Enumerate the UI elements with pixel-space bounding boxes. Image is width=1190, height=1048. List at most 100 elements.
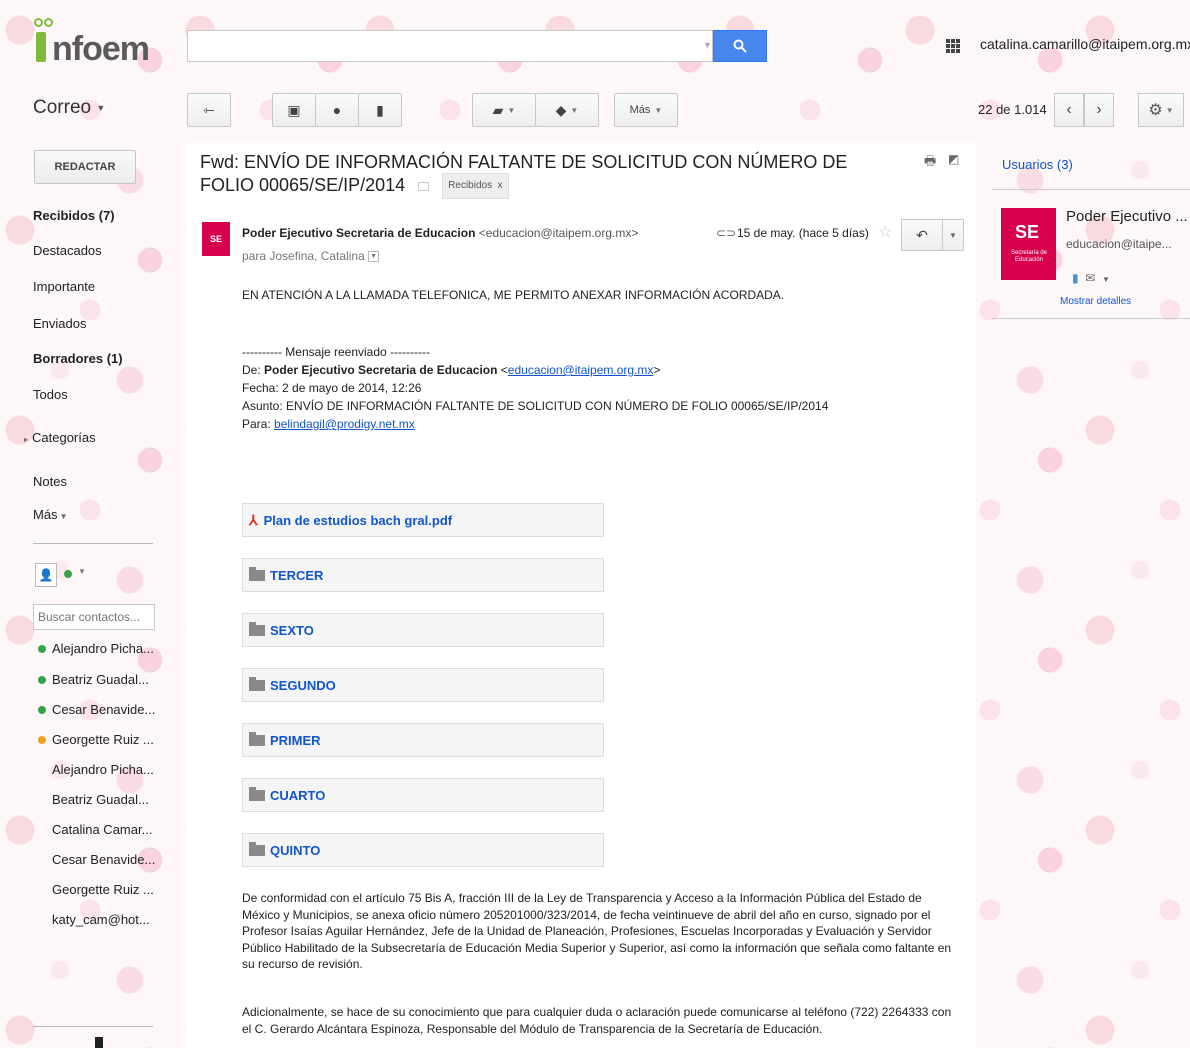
- attachment-name: TERCER: [270, 567, 324, 583]
- folder-icon: ▰: [492, 101, 504, 118]
- chevron-down-icon[interactable]: ▼: [1102, 275, 1110, 284]
- search-icon: [733, 39, 747, 53]
- contact-item[interactable]: Cesar Benavide...: [52, 852, 155, 867]
- status-online-icon: [38, 706, 46, 714]
- reply-button[interactable]: ↶: [901, 219, 943, 251]
- status-online-icon: [38, 676, 46, 684]
- avatar[interactable]: 👤: [35, 563, 57, 587]
- folder-icon: [249, 621, 265, 636]
- chevron-down-icon: ▼: [654, 105, 663, 115]
- sidebar-item-notes[interactable]: Notes: [33, 474, 67, 489]
- message-more-button[interactable]: ▼: [942, 219, 964, 251]
- people-widget-title[interactable]: Usuarios (3): [1002, 157, 1073, 172]
- attachment-folder[interactable]: SEXTO: [242, 613, 604, 647]
- attachment-icon: ⊂⊃: [716, 226, 737, 240]
- attachment-folder[interactable]: PRIMER: [242, 723, 604, 757]
- trash-icon: ▮: [376, 101, 384, 118]
- report-spam-button[interactable]: ●: [315, 93, 359, 127]
- attachment-pdf[interactable]: ⅄ Plan de estudios bach gral.pdf: [242, 503, 604, 537]
- spam-icon: ●: [332, 102, 342, 118]
- email-icon[interactable]: ✉: [1085, 271, 1095, 285]
- labels-button[interactable]: ◆ ▼: [535, 93, 599, 127]
- print-icon[interactable]: 🖶: [924, 152, 936, 174]
- contact-item[interactable]: Georgette Ruiz ...: [52, 732, 154, 747]
- logo-text: nfoem: [52, 30, 150, 68]
- message-paragraph: Adicionalmente, se hace de su conocimien…: [242, 1005, 952, 1036]
- attachment-folder[interactable]: CUARTO: [242, 778, 604, 812]
- contact-search-input[interactable]: [33, 604, 155, 630]
- app-switcher[interactable]: Correo ▼: [33, 97, 105, 119]
- settings-button[interactable]: ⚙ ▼: [1138, 93, 1184, 127]
- sender-avatar-text: SE: [209, 234, 222, 244]
- attachment-folder[interactable]: SEGUNDO: [242, 668, 604, 702]
- search-input[interactable]: [187, 30, 713, 62]
- sidebar-item-inbox[interactable]: Recibidos (7): [33, 208, 115, 223]
- back-to-inbox-button[interactable]: ⇽: [187, 93, 231, 127]
- status-online-icon: [38, 645, 46, 653]
- newer-button[interactable]: ‹: [1054, 93, 1084, 127]
- sidebar-item-starred[interactable]: Destacados: [33, 243, 102, 258]
- forwarded-subject: Asunto: ENVÍO DE INFORMACIÓN FALTANTE DE…: [242, 399, 829, 413]
- folder-icon: [249, 731, 265, 746]
- attachment-name: CUARTO: [270, 787, 326, 803]
- sidebar-item-categories[interactable]: ▸ Categorías: [24, 430, 96, 445]
- contact-card-email: educacion@itaipe...: [1066, 237, 1172, 251]
- message-subject: Fwd: ENVÍO DE INFORMACIÓN FALTANTE DE SO…: [200, 151, 890, 199]
- contact-item[interactable]: katy_cam@hot...: [52, 912, 150, 927]
- contact-item[interactable]: Georgette Ruiz ...: [52, 882, 154, 897]
- contact-item[interactable]: Cesar Benavide...: [52, 702, 155, 717]
- attachment-name: PRIMER: [270, 732, 321, 748]
- show-details-icon[interactable]: ▼: [368, 251, 380, 263]
- delete-button[interactable]: ▮: [358, 93, 402, 127]
- logo-dots: [34, 16, 54, 30]
- sidebar-item-sent[interactable]: Enviados: [33, 316, 86, 331]
- message-intro: EN ATENCIÓN A LA LLAMADA TELEFONICA, ME …: [242, 288, 785, 302]
- sidebar-item-all-mail[interactable]: Todos: [33, 387, 68, 402]
- sender-email: <educacion@itaipem.org.mx>: [478, 226, 639, 240]
- older-button[interactable]: ›: [1084, 93, 1114, 127]
- chat-window-icon[interactable]: [95, 1037, 103, 1048]
- sender-name[interactable]: Poder Ejecutivo Secretaria de Educacion: [242, 226, 475, 240]
- search-button[interactable]: [713, 30, 767, 62]
- remove-label-icon[interactable]: x: [498, 180, 503, 191]
- search-options-caret[interactable]: ▼: [703, 40, 712, 50]
- contact-card-actions: ▮ ✉ ▼: [1072, 271, 1110, 285]
- message-paragraph: De conformidad con el artículo 75 Bis A,…: [242, 891, 952, 971]
- contact-card-logo-text: SE: [1015, 222, 1040, 242]
- contact-card-avatar[interactable]: SE Secretaría de Educación: [1001, 208, 1056, 280]
- more-actions-button[interactable]: Más ▼: [614, 93, 678, 127]
- contact-item[interactable]: Alejandro Picha...: [52, 641, 154, 656]
- forwarded-to-email-link[interactable]: belindagil@prodigy.net.mx: [274, 417, 415, 431]
- infoem-logo[interactable]: nfoem: [30, 16, 160, 74]
- contact-item[interactable]: Catalina Camar...: [52, 822, 152, 837]
- contact-item[interactable]: Alejandro Picha...: [52, 762, 154, 777]
- sidebar-item-drafts[interactable]: Borradores (1): [33, 351, 123, 366]
- attachment-folder[interactable]: QUINTO: [242, 833, 604, 867]
- chat-icon[interactable]: ▮: [1072, 271, 1079, 285]
- contact-card-name[interactable]: Poder Ejecutivo ...: [1066, 208, 1188, 225]
- archive-button[interactable]: ▣: [272, 93, 316, 127]
- chevron-right-icon: ›: [1096, 101, 1102, 118]
- chevron-down-icon[interactable]: ▼: [78, 567, 86, 576]
- compose-button[interactable]: REDACTAR: [34, 150, 136, 184]
- apps-grid-icon[interactable]: [946, 39, 960, 53]
- move-to-button[interactable]: ▰ ▼: [472, 93, 536, 127]
- contact-item[interactable]: Beatriz Guadal...: [52, 792, 149, 807]
- sidebar-divider: [33, 543, 153, 544]
- sidebar-item-more[interactable]: Más ▼: [33, 507, 67, 522]
- pager-count: 22 de 1.014: [978, 102, 1047, 117]
- show-details-link[interactable]: Mostrar detalles: [1060, 296, 1131, 307]
- importance-marker-icon[interactable]: [418, 181, 430, 191]
- sidebar-item-important[interactable]: Importante: [33, 279, 95, 294]
- sender-avatar[interactable]: SE: [202, 222, 230, 256]
- star-icon[interactable]: ☆: [878, 222, 892, 242]
- attachment-folder[interactable]: TERCER: [242, 558, 604, 592]
- label-chip[interactable]: Recibidos x: [442, 173, 509, 199]
- account-email[interactable]: catalina.camarillo@itaipem.org.mx: [980, 36, 1190, 52]
- new-window-icon[interactable]: ◩: [948, 152, 959, 166]
- status-online-icon[interactable]: [64, 570, 72, 578]
- attachment-name: QUINTO: [270, 842, 321, 858]
- forwarded-from-email-link[interactable]: educacion@itaipem.org.mx: [508, 363, 654, 377]
- folder-icon: [249, 786, 265, 801]
- contact-item[interactable]: Beatriz Guadal...: [52, 672, 149, 687]
